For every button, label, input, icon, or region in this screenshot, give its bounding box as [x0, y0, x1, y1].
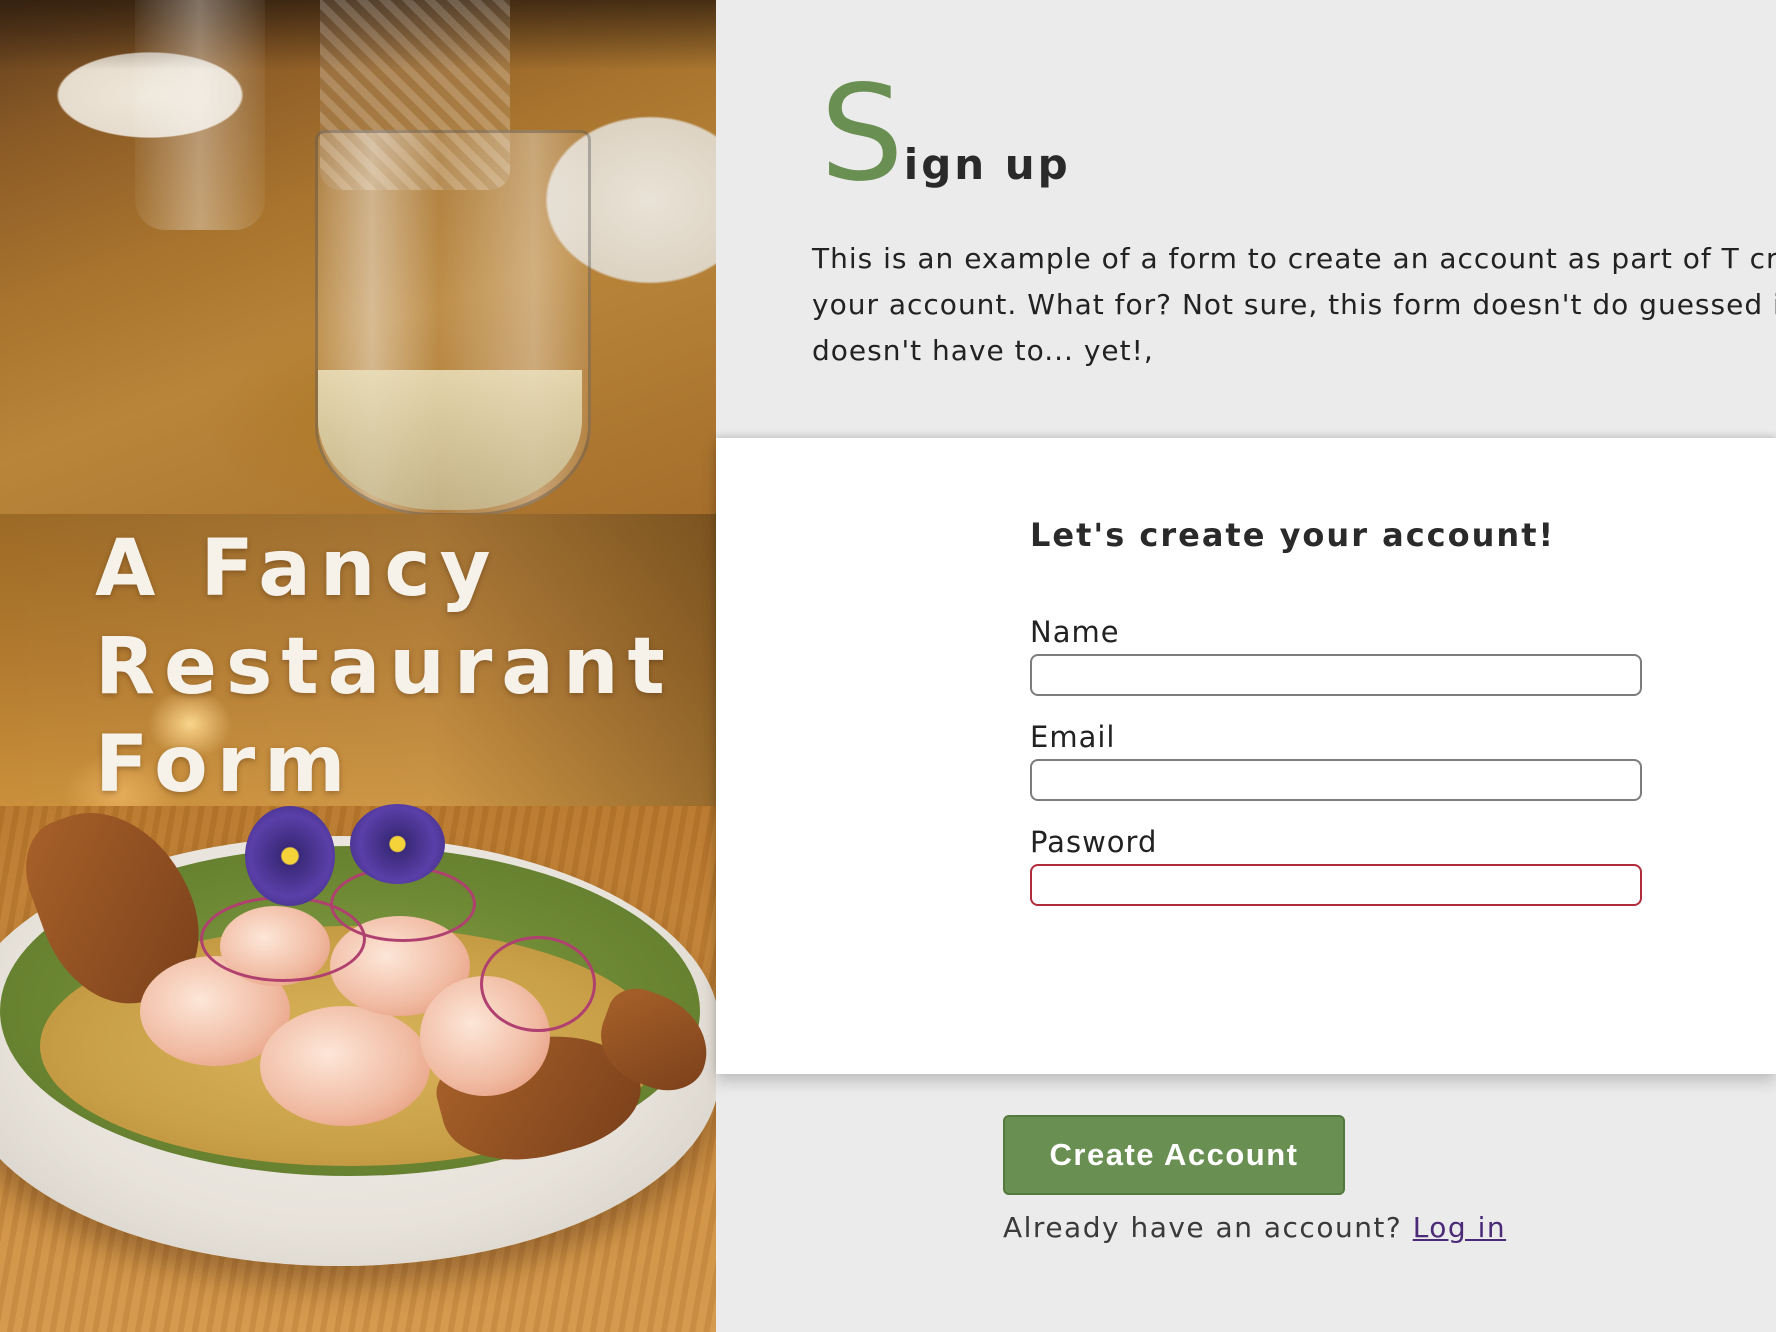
page-title-initial: S — [820, 57, 904, 211]
hero-image-column: A Fancy Restaurant Form — [0, 0, 716, 1332]
signup-form-card: Let's create your account! Name Email Pa… — [716, 438, 1776, 1074]
email-field[interactable] — [1030, 759, 1642, 801]
hero-title-line: Restaurant — [95, 622, 674, 712]
password-label: Pasword — [1030, 825, 1158, 859]
signup-panel: Sign up This is an example of a form to … — [716, 0, 1776, 1332]
hero-title-line: Form — [95, 720, 355, 810]
login-prompt: Already have an account? Log in — [1003, 1211, 1506, 1244]
form-title: Let's create your account! — [1030, 516, 1556, 554]
login-link[interactable]: Log in — [1413, 1211, 1506, 1244]
email-label: Email — [1030, 720, 1116, 754]
create-account-button[interactable]: Create Account — [1003, 1115, 1345, 1195]
intro-text: This is an example of a form to create a… — [812, 242, 1776, 367]
login-prompt-text: Already have an account? — [1003, 1211, 1403, 1244]
name-label: Name — [1030, 615, 1120, 649]
page-title: Sign up — [820, 68, 1071, 200]
hero-title-line: A Fancy — [95, 524, 500, 614]
hero-title: A Fancy Restaurant Form — [95, 520, 695, 814]
shrimp-dish-photo — [0, 786, 716, 1332]
password-field[interactable] — [1030, 864, 1642, 906]
wine-glass-photo — [0, 0, 716, 516]
name-field[interactable] — [1030, 654, 1642, 696]
page-title-rest: ign up — [903, 140, 1071, 189]
signup-page: A Fancy Restaurant Form Sign up This is … — [0, 0, 1776, 1332]
